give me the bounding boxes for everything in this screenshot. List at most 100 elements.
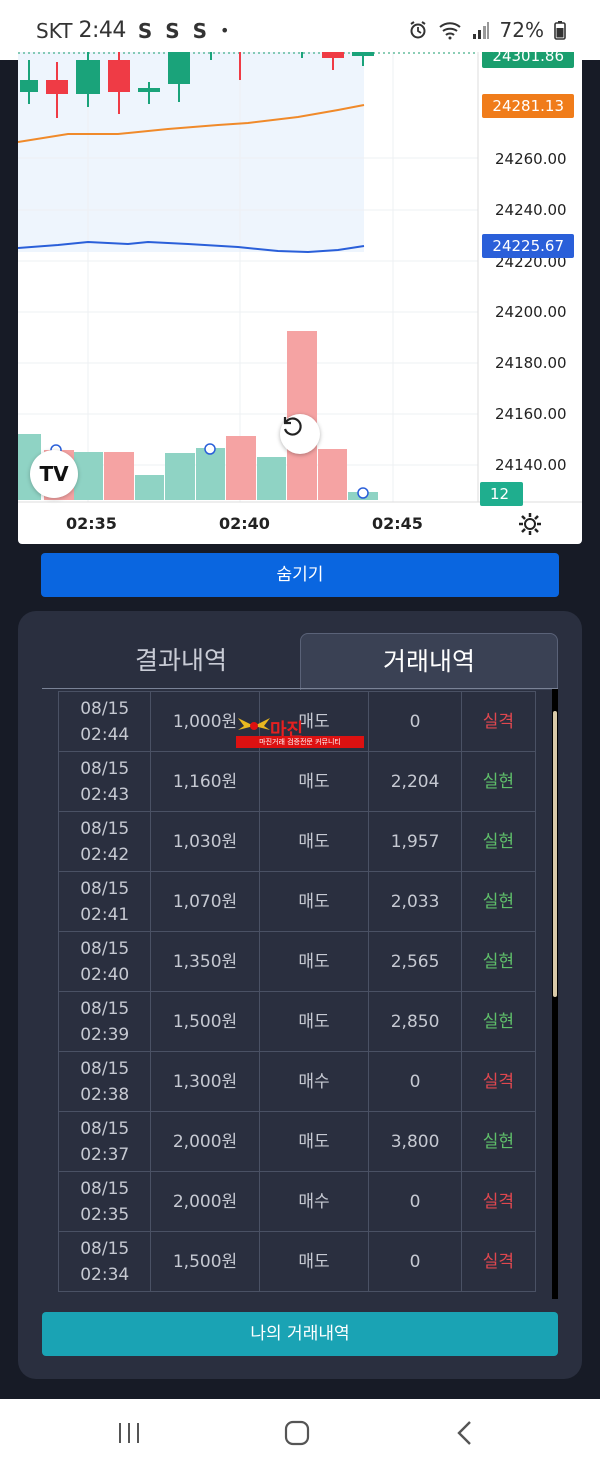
trade-type: 매도 — [258, 931, 370, 992]
trade-row[interactable]: 08/15 02:43 1,160원 매도 2,204 실현 — [58, 751, 536, 812]
trade-datetime: 08/15 02:44 — [58, 691, 152, 752]
trade-row[interactable]: 08/15 02:38 1,300원 매수 0 실격 — [58, 1051, 536, 1112]
trade-date: 08/15 — [80, 818, 130, 839]
trade-marker — [357, 487, 369, 499]
tab-result-history[interactable]: 결과내역 — [42, 633, 320, 689]
recent-apps-button[interactable] — [110, 1417, 150, 1449]
y-axis-label: 24200.00 — [495, 303, 567, 321]
price-tag-current: 24301.86 — [482, 52, 574, 68]
y-axis-label: 24140.00 — [495, 456, 567, 474]
trade-date: 08/15 — [80, 878, 130, 899]
trade-amount: 2,000원 — [150, 1111, 260, 1172]
trade-payout: 3,800 — [368, 1111, 462, 1172]
trade-row[interactable]: 08/15 02:42 1,030원 매도 1,957 실현 — [58, 811, 536, 872]
trade-time: 02:39 — [80, 1024, 130, 1045]
battery-percent: 72% — [499, 18, 544, 42]
hide-chart-button[interactable]: 숨기기 — [41, 553, 559, 597]
trade-amount: 1,500원 — [150, 1231, 260, 1292]
chart-settings-button[interactable] — [516, 510, 544, 538]
home-button[interactable] — [277, 1417, 317, 1449]
trade-time: 02:42 — [80, 844, 130, 865]
my-trades-button[interactable]: 나의 거래내역 — [42, 1312, 558, 1356]
y-axis-label: 24180.00 — [495, 354, 567, 372]
tab-divider — [42, 688, 558, 689]
volume-bar — [104, 452, 134, 500]
trade-type: 매도 — [258, 1111, 370, 1172]
home-icon — [284, 1420, 310, 1446]
trade-row[interactable]: 08/15 02:35 2,000원 매수 0 실격 — [58, 1171, 536, 1232]
x-axis-label: 02:35 — [66, 514, 117, 533]
trade-date: 08/15 — [80, 1058, 130, 1079]
volume-bar — [226, 436, 256, 500]
price-tag-lower-band: 24225.67 — [482, 234, 574, 258]
trade-row[interactable]: 08/15 02:40 1,350원 매도 2,565 실현 — [58, 931, 536, 992]
price-tag-ma: 24281.13 — [482, 94, 574, 118]
watermark-subtitle: 마진거래 검증전문 커뮤니티 — [236, 736, 364, 748]
trade-time: 02:43 — [80, 784, 130, 805]
trade-amount: 1,070원 — [150, 871, 260, 932]
price-chart[interactable]: 24301.86 24281.13 24260.00 24240.00 2422… — [18, 52, 582, 544]
back-icon — [457, 1421, 471, 1445]
trade-row[interactable]: 08/15 02:39 1,500원 매도 2,850 실현 — [58, 991, 536, 1052]
trade-result: 실현 — [460, 751, 536, 812]
trade-time: 02:34 — [80, 1264, 130, 1285]
trade-time: 02:35 — [80, 1204, 130, 1225]
trade-type: 매수 — [258, 1051, 370, 1112]
trade-row[interactable]: 08/15 02:37 2,000원 매도 3,800 실현 — [58, 1111, 536, 1172]
wings-icon — [238, 718, 270, 730]
trade-time: 02:38 — [80, 1084, 130, 1105]
trade-payout: 0 — [368, 1171, 462, 1232]
trade-payout: 2,033 — [368, 871, 462, 932]
trade-time: 02:44 — [80, 724, 130, 745]
volume-bar — [135, 475, 164, 500]
trade-table[interactable]: 08/15 02:44 1,000원 매도 0 실격 08/15 02:43 1,160원 매도 2… — [58, 691, 536, 1297]
trade-time: 02:37 — [80, 1144, 130, 1165]
scrollbar-thumb[interactable] — [553, 711, 557, 997]
trade-datetime: 08/15 02:34 — [58, 1231, 152, 1292]
y-axis-label: 24240.00 — [495, 201, 567, 219]
trade-payout: 2,204 — [368, 751, 462, 812]
status-right: 72% — [408, 18, 566, 42]
volume-bar — [257, 457, 286, 500]
trade-date: 08/15 — [80, 1178, 130, 1199]
android-nav-bar — [0, 1399, 600, 1467]
trade-payout: 0 — [368, 1231, 462, 1292]
trade-amount: 2,000원 — [150, 1171, 260, 1232]
watermark-logo: 마진 마진거래 검증전문 커뮤니티 — [236, 716, 366, 750]
trade-marker — [204, 443, 216, 455]
reset-chart-button[interactable] — [280, 414, 320, 454]
trade-datetime: 08/15 02:37 — [58, 1111, 152, 1172]
trade-date: 08/15 — [80, 1118, 130, 1139]
trade-history-panel: 결과내역 거래내역 08/15 02:44 1,000원 매도 0 실격 08/15 02:4… — [18, 611, 582, 1379]
gear-icon — [519, 513, 541, 535]
back-button[interactable] — [445, 1417, 485, 1449]
carrier-label: SKT — [36, 18, 73, 43]
trade-amount: 1,160원 — [150, 751, 260, 812]
trade-time: 02:41 — [80, 904, 130, 925]
more-notifications-dot: • — [220, 21, 230, 40]
wifi-icon — [438, 22, 461, 40]
trade-result: 실현 — [460, 991, 536, 1052]
x-axis-label: 02:45 — [372, 514, 423, 533]
volume-tag: 12 — [480, 482, 523, 506]
trade-result: 실격 — [460, 1171, 536, 1232]
refresh-icon — [283, 417, 302, 436]
trade-datetime: 08/15 02:42 — [58, 811, 152, 872]
tab-trade-history[interactable]: 거래내역 — [300, 633, 558, 690]
recent-apps-icon — [119, 1423, 139, 1443]
trade-result: 실현 — [460, 931, 536, 992]
status-bar: SKT 2:44 S S S • 72% — [0, 0, 600, 60]
trade-row[interactable]: 08/15 02:41 1,070원 매도 2,033 실현 — [58, 871, 536, 932]
trade-amount: 1,500원 — [150, 991, 260, 1052]
bollinger-band-fill — [18, 52, 364, 252]
trade-result: 실격 — [460, 1231, 536, 1292]
trade-type: 매도 — [258, 991, 370, 1052]
trade-result: 실현 — [460, 811, 536, 872]
trade-payout: 0 — [368, 1051, 462, 1112]
trade-payout: 0 — [368, 691, 462, 752]
trade-type: 매도 — [258, 751, 370, 812]
trade-date: 08/15 — [80, 1238, 130, 1259]
tradingview-logo[interactable]: TV — [30, 450, 78, 498]
trade-result: 실격 — [460, 691, 536, 752]
trade-row[interactable]: 08/15 02:34 1,500원 매도 0 실격 — [58, 1231, 536, 1292]
